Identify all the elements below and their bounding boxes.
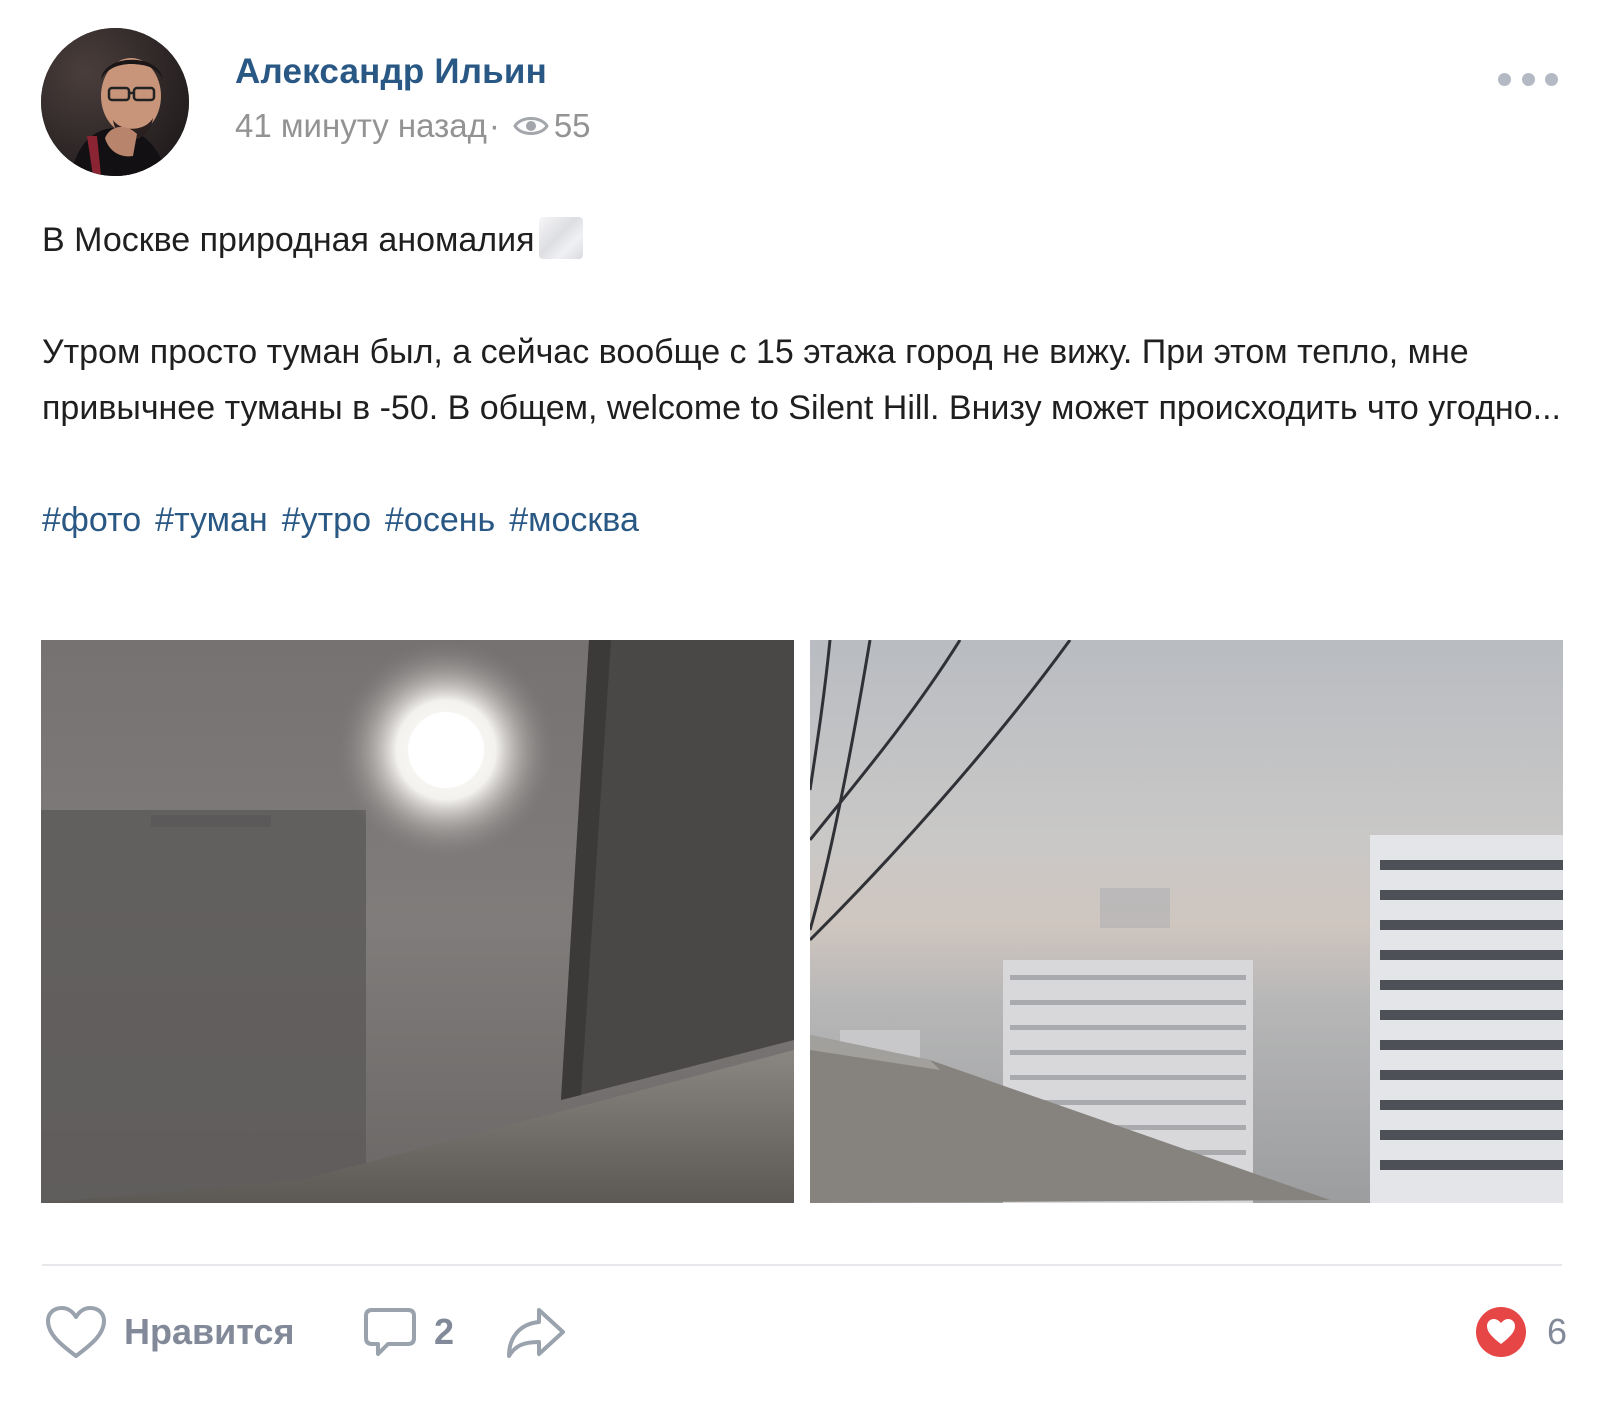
avatar-image xyxy=(41,28,189,176)
share-button[interactable] xyxy=(505,1302,567,1362)
author-name[interactable]: Александр Ильин xyxy=(235,52,547,92)
post-divider xyxy=(42,1264,1562,1266)
comment-button[interactable]: 2 xyxy=(362,1302,454,1362)
hashtag-photo[interactable]: #фото xyxy=(42,492,141,548)
heart-filled-icon xyxy=(1476,1307,1526,1357)
post-meta: 41 минуту назад · 55 xyxy=(235,107,591,145)
share-arrow-icon xyxy=(507,1308,565,1358)
fog-emoji-icon xyxy=(538,217,583,259)
likes-total: 6 xyxy=(1547,1311,1568,1352)
hashtag-morning[interactable]: #утро xyxy=(282,492,371,548)
heart-outline-icon xyxy=(46,1306,106,1358)
fog-sun-photo-icon xyxy=(41,640,794,1203)
post-time[interactable]: 41 минуту назад xyxy=(235,107,487,145)
hashtag-fog[interactable]: #туман xyxy=(155,492,268,548)
like-button[interactable]: Нравится xyxy=(44,1302,294,1362)
comment-bubble-icon xyxy=(364,1308,416,1356)
views-count: 55 xyxy=(553,107,591,144)
photo-fog-sun[interactable] xyxy=(41,640,794,1203)
wall-post: Александр Ильин 41 минуту назад · 55 В М… xyxy=(0,0,1600,1403)
more-dots-icon[interactable] xyxy=(1498,66,1558,92)
post-text-line1: В Москве природная аномалия xyxy=(42,212,1572,268)
post-text: В Москве природная аномалия Утром просто… xyxy=(42,212,1572,548)
comments-count: 2 xyxy=(434,1311,455,1352)
post-text-paragraph: Утром просто туман был, а сейчас вообще … xyxy=(42,333,1561,427)
likes-summary[interactable]: 6 xyxy=(1475,1302,1567,1362)
hashtag-autumn[interactable]: #осень xyxy=(385,492,495,548)
post-text-line1-content: В Москве природная аномалия xyxy=(42,221,535,259)
fog-buildings-photo-icon xyxy=(810,640,1563,1203)
meta-separator: · xyxy=(488,107,500,144)
eye-icon xyxy=(513,117,549,135)
photo-fog-buildings[interactable] xyxy=(810,640,1563,1203)
author-avatar[interactable] xyxy=(41,28,189,176)
hashtag-moscow[interactable]: #москва xyxy=(509,492,639,548)
like-label: Нравится xyxy=(124,1311,295,1352)
hashtags: #фото #туман #утро #осень #москва xyxy=(42,492,1572,548)
